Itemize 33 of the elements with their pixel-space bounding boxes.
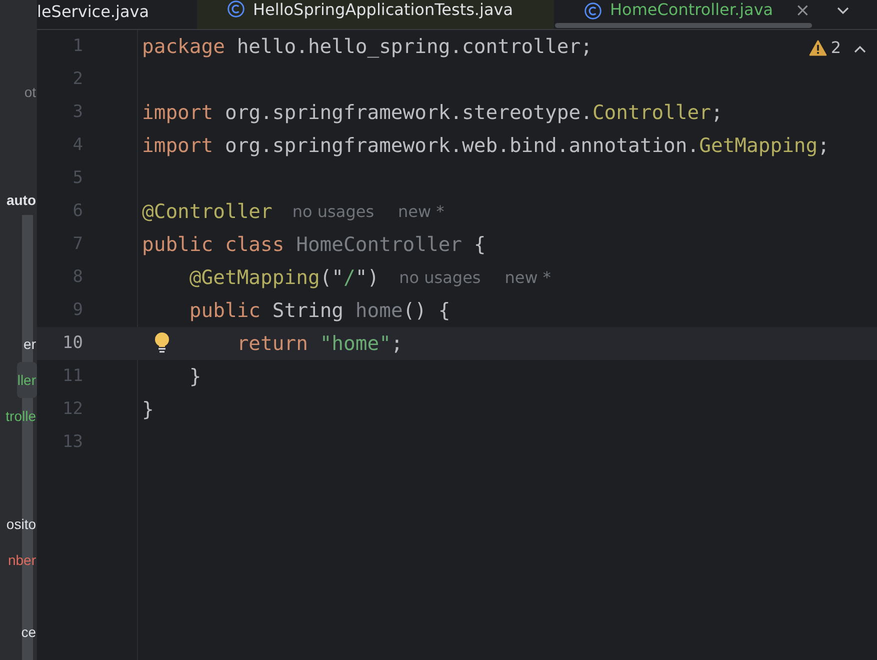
warning-icon — [808, 40, 827, 56]
tree-item[interactable]: ller — [17, 362, 37, 398]
code-line: import org.springframework.web.bind.annotation.GetMapping; — [142, 133, 830, 159]
editor-tab[interactable]: HomeController.java × — [554, 0, 816, 29]
editor-tab[interactable]: leService.java — [37, 0, 197, 22]
code-line: public class HomeController { — [142, 232, 486, 258]
tree-item[interactable]: nber — [8, 542, 37, 578]
code-line: } — [142, 397, 154, 423]
tree-item[interactable]: auto — [6, 182, 37, 218]
tree-item[interactable]: trolle — [6, 398, 37, 434]
code-line: @Controller — [142, 199, 272, 225]
tree-item[interactable]: er — [24, 326, 37, 362]
inlay-hint[interactable]: new * — [504, 261, 551, 294]
editor-tab[interactable]: HelloSpringApplicationTests.java — [197, 0, 554, 29]
code-line: @GetMapping("/") — [189, 265, 380, 291]
chevron-up-icon[interactable] — [853, 44, 867, 54]
inlay-hint[interactable]: no usages — [292, 195, 374, 228]
code-line: package hello.hello_spring.controller; — [142, 34, 592, 60]
inlay-hint[interactable]: no usages — [399, 261, 481, 294]
code-line: return "home"; — [236, 331, 403, 357]
warning-count[interactable]: 2 — [808, 38, 841, 57]
line-number: 10 — [37, 327, 138, 360]
code-line: } — [189, 364, 202, 390]
inlay-hint[interactable]: new * — [398, 195, 444, 228]
code-line: public String home() { — [189, 298, 450, 324]
lightbulb-icon[interactable] — [154, 332, 170, 354]
code-line: import org.springframework.stereotype.Controller; — [142, 100, 723, 126]
scrollbar[interactable] — [555, 23, 812, 28]
tree-item[interactable]: ce — [21, 614, 37, 650]
tree-item[interactable]: ot — [24, 74, 37, 110]
tree-item[interactable]: osito — [6, 506, 37, 542]
close-icon[interactable]: × — [795, 0, 810, 21]
chevron-down-icon[interactable] — [836, 6, 850, 16]
